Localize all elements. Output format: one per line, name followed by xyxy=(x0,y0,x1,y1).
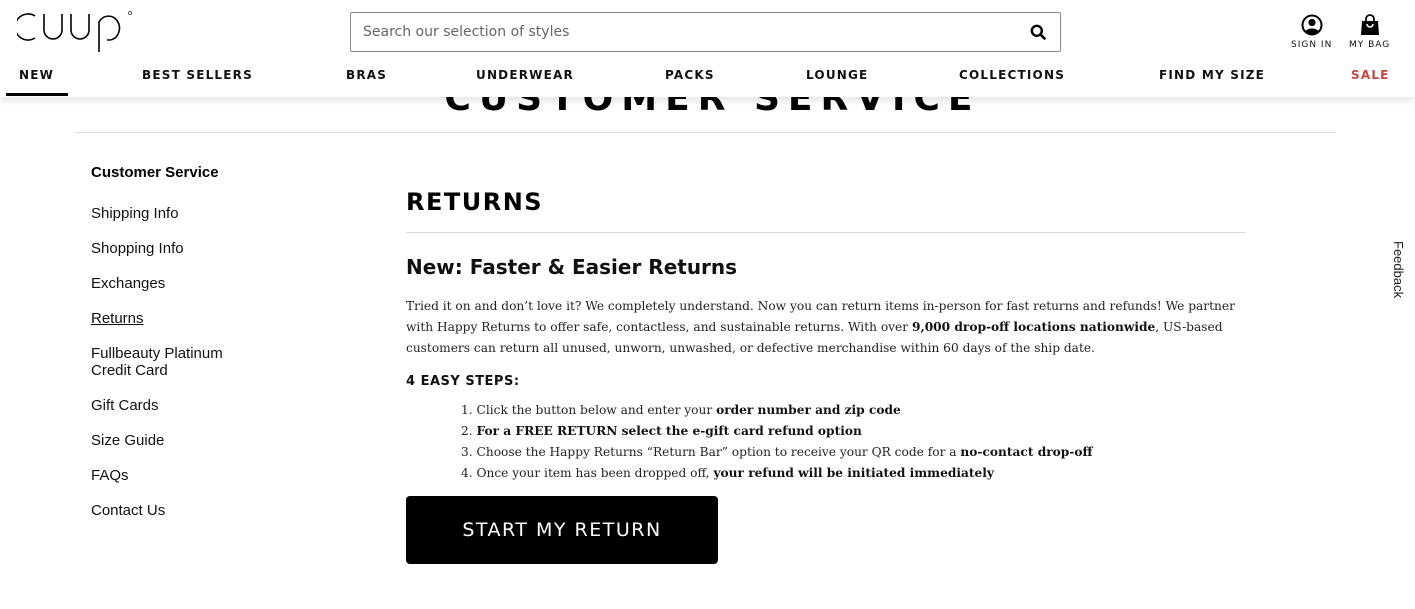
sidebar-item-contact-us[interactable]: Contact Us xyxy=(91,502,341,519)
nav-item-collections[interactable]: COLLECTIONS xyxy=(959,68,1065,82)
sidebar-item-faqs[interactable]: FAQs xyxy=(91,467,341,484)
sign-in-button[interactable]: SIGN IN xyxy=(1291,14,1332,50)
feedback-tab[interactable]: Feedback xyxy=(1391,241,1406,298)
search-input[interactable] xyxy=(363,24,1028,40)
steps-list: 1. Click the button below and enter your… xyxy=(406,400,1246,484)
search-bar xyxy=(350,12,1061,52)
nav-item-find-my-size[interactable]: FIND MY SIZE xyxy=(1159,68,1265,82)
sidebar-menu: Shipping Info Shopping Info Exchanges Re… xyxy=(91,205,341,519)
nav-item-bras[interactable]: BRAS xyxy=(346,68,387,82)
sidebar-item-gift-cards[interactable]: Gift Cards xyxy=(91,397,341,414)
nav-item-underwear[interactable]: UNDERWEAR xyxy=(476,68,574,82)
nav-active-indicator xyxy=(6,93,68,96)
main-nav: NEW BEST SELLERS BRAS UNDERWEAR PACKS LO… xyxy=(0,64,1415,97)
section-divider xyxy=(406,232,1246,233)
sidebar-item-exchanges[interactable]: Exchanges xyxy=(91,275,341,292)
nav-item-packs[interactable]: PACKS xyxy=(665,68,715,82)
step-item: 4. Once your item has been dropped off, … xyxy=(461,466,994,480)
title-divider xyxy=(76,132,1336,133)
main-content: RETURNS New: Faster & Easier Returns Tri… xyxy=(406,188,1246,564)
sidebar-item-returns[interactable]: Returns xyxy=(91,310,341,327)
subheading: New: Faster & Easier Returns xyxy=(406,255,738,279)
sidebar-heading: Customer Service xyxy=(91,164,219,181)
steps-heading: 4 EASY STEPS: xyxy=(406,374,520,389)
nav-item-sale[interactable]: SALE xyxy=(1351,68,1390,82)
step-item: 3. Choose the Happy Returns “Return Bar”… xyxy=(461,445,1093,459)
shopping-bag-icon xyxy=(1360,14,1379,35)
sidebar-item-shipping-info[interactable]: Shipping Info xyxy=(91,205,341,222)
sidebar-item-size-guide[interactable]: Size Guide xyxy=(91,432,341,449)
user-circle-icon xyxy=(1301,14,1323,36)
intro-highlight: 9,000 drop-off locations nationwide xyxy=(911,320,1156,334)
site-header: SIGN IN MY BAG NEW BEST SELLERS BRAS UND… xyxy=(0,0,1415,97)
search-button[interactable] xyxy=(1028,22,1048,42)
sidebar-item-shopping-info[interactable]: Shopping Info xyxy=(91,240,341,257)
start-my-return-button[interactable]: START MY RETURN xyxy=(406,496,718,564)
sign-in-label: SIGN IN xyxy=(1291,40,1333,50)
step-item: 1. Click the button below and enter your… xyxy=(461,403,901,417)
cuup-logo[interactable] xyxy=(17,8,135,54)
search-icon xyxy=(1030,24,1046,40)
nav-item-new[interactable]: NEW xyxy=(19,68,54,82)
sidebar: Customer Service Shipping Info Shopping … xyxy=(91,164,341,537)
my-bag-label: MY BAG xyxy=(1349,40,1391,50)
step-item: 2. For a FREE RETURN select the e-gift c… xyxy=(461,424,862,438)
nav-item-best-sellers[interactable]: BEST SELLERS xyxy=(142,68,253,82)
my-bag-button[interactable]: MY BAG xyxy=(1349,14,1390,50)
section-title: RETURNS xyxy=(406,188,544,216)
nav-item-lounge[interactable]: LOUNGE xyxy=(806,68,868,82)
sidebar-item-credit-card[interactable]: Fullbeauty Platinum Credit Card xyxy=(91,345,231,379)
intro-paragraph: Tried it on and don’t love it? We comple… xyxy=(406,296,1251,359)
